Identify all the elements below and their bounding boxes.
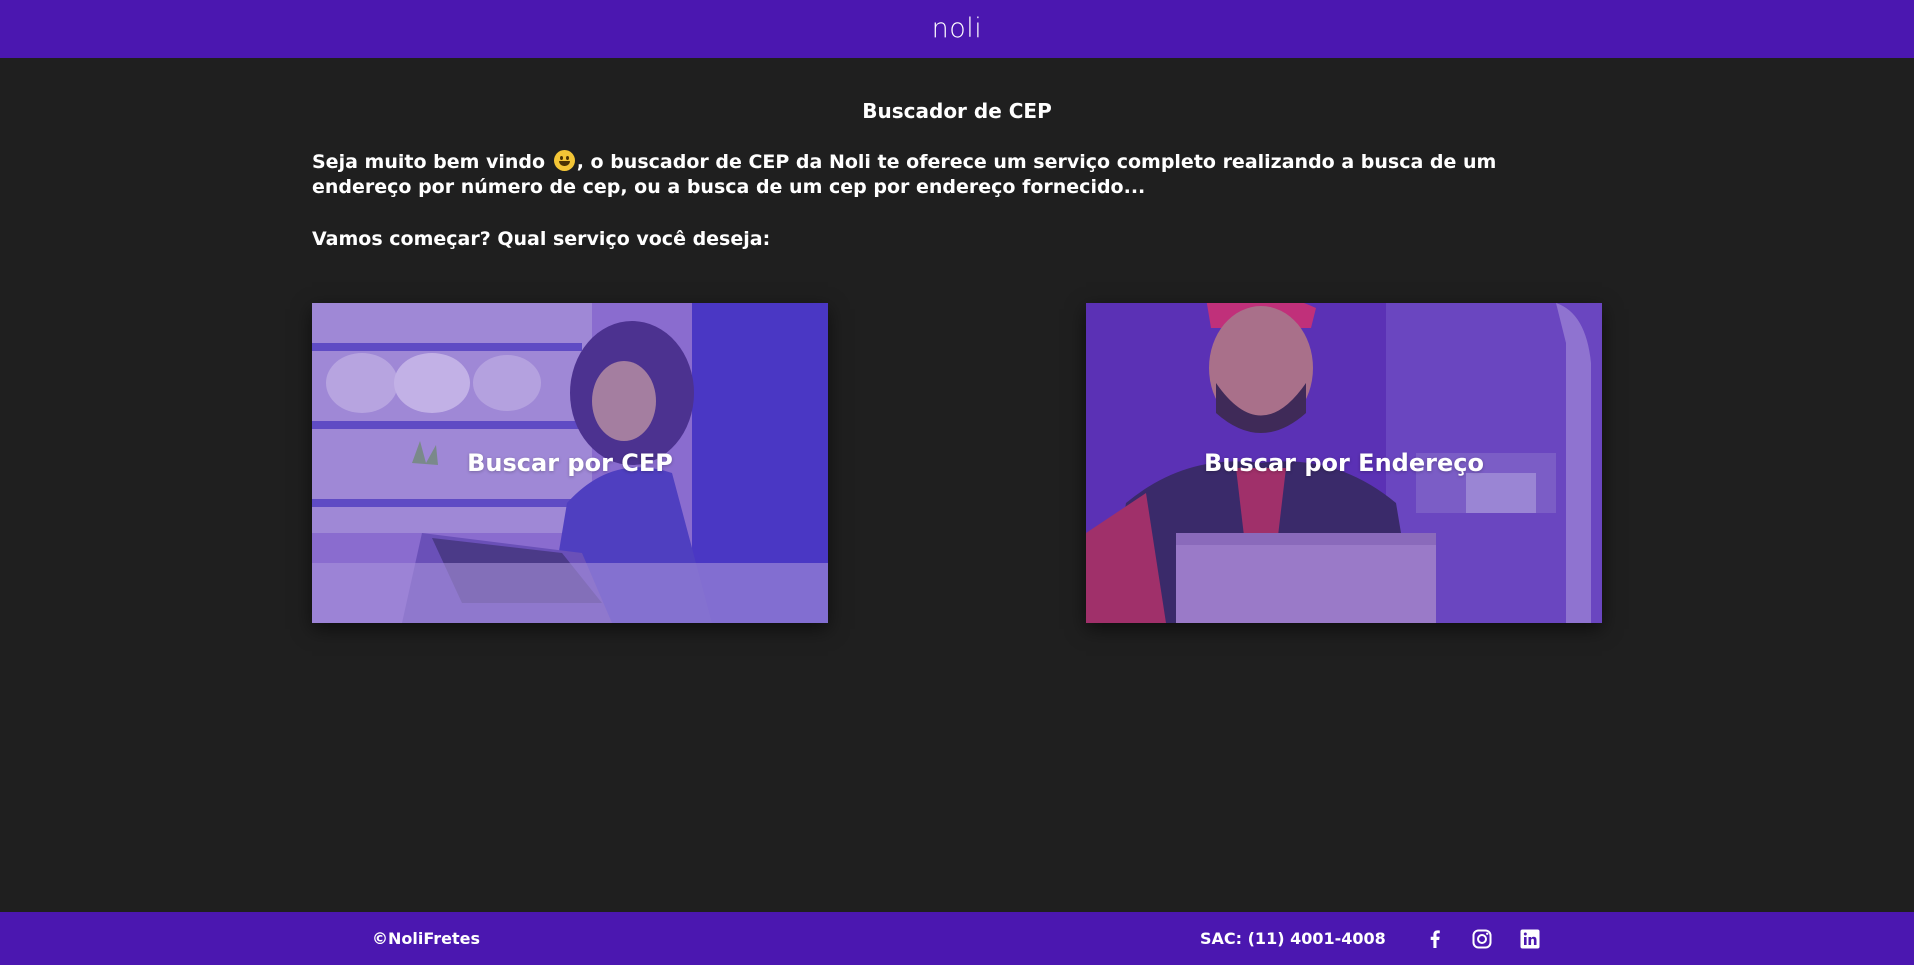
top-bar: noli xyxy=(0,0,1914,58)
page-title: Buscador de CEP xyxy=(862,99,1052,123)
intro-text-part-1: Seja muito bem vindo xyxy=(312,151,552,173)
service-question: Vamos começar? Qual serviço você deseja: xyxy=(312,228,771,250)
instagram-icon[interactable] xyxy=(1470,927,1494,951)
linkedin-icon[interactable] xyxy=(1518,927,1542,951)
search-by-address-label: Buscar por Endereço xyxy=(1204,449,1484,477)
search-by-address-card[interactable]: Buscar por Endereço xyxy=(1086,303,1602,623)
main-content: Buscador de CEP Seja muito bem vindo , o… xyxy=(312,96,1602,252)
intro-text: Seja muito bem vindo , o buscador de CEP… xyxy=(312,150,1602,200)
grinning-face-icon xyxy=(553,150,575,171)
sac-phone: SAC: (11) 4001-4008 xyxy=(1200,929,1386,948)
search-by-cep-label: Buscar por CEP xyxy=(467,449,673,477)
footer: ©NoliFretes SAC: (11) 4001-4008 xyxy=(0,912,1914,965)
copyright-text: ©NoliFretes xyxy=(372,929,481,948)
search-by-cep-card[interactable]: Buscar por CEP xyxy=(312,303,828,623)
noli-logo[interactable]: noli xyxy=(932,13,983,44)
facebook-icon[interactable] xyxy=(1423,927,1447,951)
